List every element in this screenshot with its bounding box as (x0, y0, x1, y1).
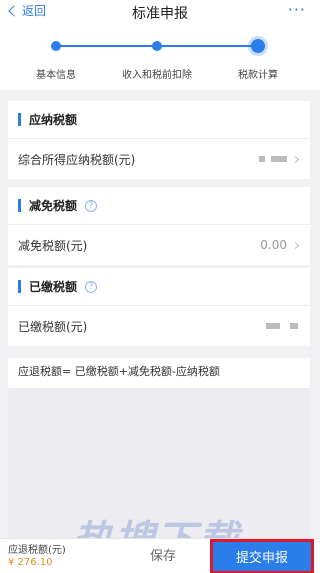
redacted-value (290, 323, 298, 329)
chevron-right-icon (291, 155, 300, 163)
row-value (253, 155, 300, 163)
save-button[interactable]: 保存 (150, 545, 176, 564)
page-title: 标准申报 (132, 6, 188, 22)
section-title: 减免税额 (29, 199, 78, 213)
paid-tax-row[interactable]: 已缴税额(元) (8, 306, 310, 346)
row-value: 0.00 (260, 238, 300, 252)
payable-tax-row[interactable]: 综合所得应纳税额(元) (8, 139, 310, 179)
section-title: 应纳税额 (29, 113, 78, 127)
step-label-basic-info: 基本信息 (36, 70, 76, 81)
chevron-right-icon (291, 241, 300, 249)
nav-bar: 返回 标准申报 ··· (0, 0, 320, 26)
redacted-value (266, 323, 280, 329)
refund-label: 应退税额(元) (8, 545, 66, 556)
section-header: 已缴税额 ? (8, 268, 310, 306)
section-payable-tax: 应纳税额 综合所得应纳税额(元) (8, 101, 310, 179)
row-label: 已缴税额(元) (18, 319, 88, 334)
bottom-action-bar: 应退税额(元) ¥ 276.10 保存 提交申报 (0, 538, 320, 573)
help-circle-icon[interactable]: ? (85, 199, 98, 212)
step-dot-income (152, 41, 162, 51)
empty-area (8, 388, 310, 538)
redacted-value (271, 156, 287, 162)
step-dot-tax-calc (251, 39, 265, 53)
section-paid-tax: 已缴税额 ? 已缴税额(元) (8, 268, 310, 346)
step-label-income: 收入和税前扣除 (122, 70, 192, 81)
section-header: 减免税额 ? (8, 187, 310, 225)
step-indicator: 基本信息 收入和税前扣除 税款计算 (0, 26, 320, 90)
redacted-value (259, 156, 265, 162)
help-circle-icon[interactable]: ? (85, 280, 98, 293)
step-label-tax-calc: 税款计算 (238, 70, 278, 81)
step-dot-basic-info (51, 41, 61, 51)
section-tax-reduction: 减免税额 ? 减免税额(元) 0.00 (8, 187, 310, 265)
row-value (260, 323, 298, 329)
submit-button[interactable]: 提交申报 (210, 539, 314, 573)
row-label: 减免税额(元) (18, 238, 88, 253)
refund-amount: ¥ 276.10 (8, 557, 53, 568)
row-label: 综合所得应纳税额(元) (18, 152, 136, 167)
section-marker (18, 280, 21, 293)
more-dots-icon[interactable]: ··· (288, 0, 306, 19)
refund-formula: 应退税额= 已缴税额+减免税额-应纳税额 (8, 358, 310, 388)
section-marker (18, 113, 21, 126)
section-header: 应纳税额 (8, 101, 310, 139)
section-title: 已缴税额 (29, 280, 78, 294)
section-marker (18, 199, 21, 212)
reduction-tax-row[interactable]: 减免税额(元) 0.00 (8, 225, 310, 265)
